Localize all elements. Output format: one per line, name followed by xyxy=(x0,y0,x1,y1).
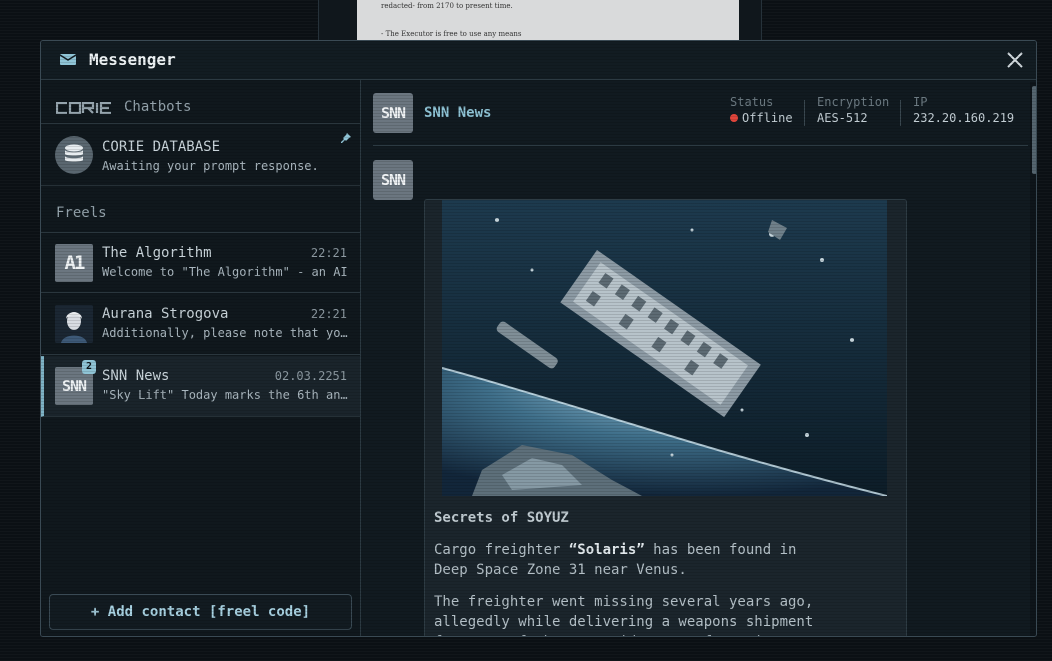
message-card: Secrets of SOYUZ Cargo freighter “Solari… xyxy=(424,199,907,636)
chat-header: SNN SNN News Status Offline Encryption A… xyxy=(373,93,1028,146)
status-block: Status Offline xyxy=(730,95,793,125)
message-image[interactable] xyxy=(442,200,887,496)
contacts-sidebar: Chatbots CORIE DATABASE Awaiting your pr… xyxy=(41,80,361,636)
status-text: Offline xyxy=(742,111,793,125)
avatar xyxy=(55,305,93,343)
ip-value: 232.20.160.219 xyxy=(913,111,1015,125)
database-icon xyxy=(55,136,93,174)
contact-preview: Welcome to "The Algorithm" - an AI xyxy=(102,265,348,279)
status-value: Offline xyxy=(730,111,793,125)
scrollbar-thumb[interactable] xyxy=(1032,86,1036,174)
message-text: Cargo freighter xyxy=(434,542,569,558)
paper-line: redacted- from 2170 to present time. xyxy=(381,2,513,10)
contact-preview: "Sky Lift" Today marks the 6th anniversa… xyxy=(102,388,350,402)
background-document: redacted- from 2170 to present time. - T… xyxy=(357,0,739,40)
message-emphasis: “Solaris” xyxy=(568,542,645,558)
pin-icon xyxy=(341,133,351,143)
algorithm-avatar: A1 xyxy=(55,244,93,282)
contact-name: The Algorithm xyxy=(102,245,212,261)
message-paragraph-2: The freighter went missing several years… xyxy=(434,594,814,636)
window-title: Messenger xyxy=(89,50,176,69)
messenger-window: Messenger Chatbots CORIE DATABASE Awaiti… xyxy=(40,40,1037,637)
chat-panel: SNN SNN News Status Offline Encryption A… xyxy=(361,80,1036,636)
offline-dot-icon xyxy=(730,114,738,122)
chat-scrollbar[interactable] xyxy=(1030,82,1036,636)
contact-time: 22:21 xyxy=(310,307,347,321)
corie-logo xyxy=(56,102,111,114)
contact-name: Aurana Strogova xyxy=(102,306,229,322)
encryption-block: Encryption AES-512 xyxy=(817,95,889,125)
contact-preview: Additionally, please note that your xyxy=(102,326,350,340)
envelope-icon xyxy=(60,54,76,65)
message-sender-avatar: SNN xyxy=(373,160,413,200)
contact-time: 02.03.2251 xyxy=(274,369,347,383)
chat-contact-name: SNN News xyxy=(424,105,492,121)
title-bar: Messenger xyxy=(41,41,1036,80)
freels-section-label: Freels xyxy=(56,205,107,221)
chatbots-section-label: Chatbots xyxy=(124,99,192,115)
contact-time: 22:21 xyxy=(310,246,347,260)
status-label: Status xyxy=(730,95,774,109)
message-title: Secrets of SOYUZ xyxy=(434,510,569,526)
contact-item-aurana-strogova[interactable]: Aurana Strogova 22:21 Additionally, plea… xyxy=(41,294,360,355)
contact-name: SNN News xyxy=(102,368,170,384)
contact-item-snn-news[interactable]: SNN 2 SNN News 02.03.2251 "Sky Lift" Tod… xyxy=(41,356,360,417)
close-icon[interactable] xyxy=(1006,51,1024,69)
divider xyxy=(804,100,805,126)
chatbot-item-corie-database[interactable]: CORIE DATABASE Awaiting your prompt resp… xyxy=(41,123,360,186)
chat-avatar: SNN xyxy=(373,93,413,133)
encryption-label: Encryption xyxy=(817,95,890,109)
ip-block: IP 232.20.160.219 xyxy=(913,95,1014,125)
encryption-value: AES-512 xyxy=(817,111,868,125)
paper-line: - The Executor is free to use any means xyxy=(381,30,522,38)
add-contact-button[interactable]: + Add contact [freel code] xyxy=(49,594,352,630)
contact-name: CORIE DATABASE xyxy=(102,139,221,155)
message-paragraph-1: Cargo freighter “Solaris” has been found… xyxy=(434,540,834,580)
contact-preview: Awaiting your prompt response. xyxy=(102,159,319,173)
divider xyxy=(900,100,901,126)
contact-item-the-algorithm[interactable]: A1 The Algorithm 22:21 Welcome to "The A… xyxy=(41,232,360,293)
ip-label: IP xyxy=(913,95,928,109)
unread-badge: 2 xyxy=(82,360,96,374)
